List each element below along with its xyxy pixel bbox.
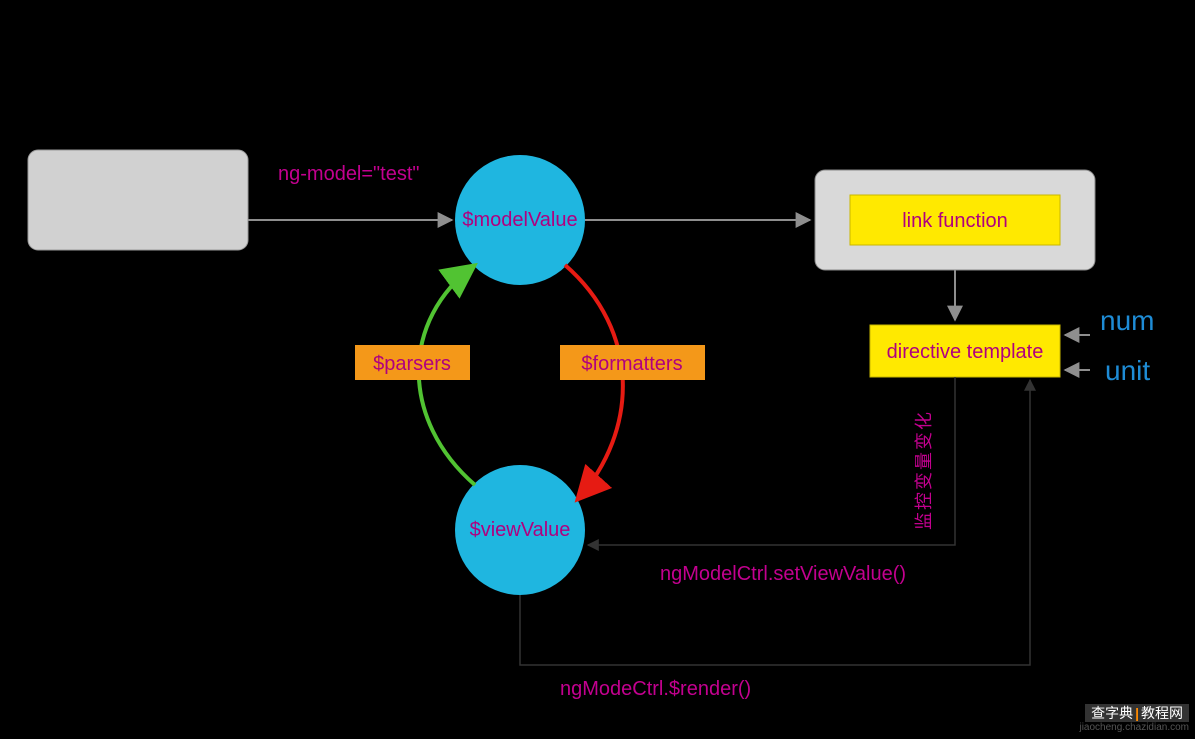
link-function-label: link function (902, 210, 1008, 232)
render-arrow (520, 380, 1030, 665)
watermark: 查字典|教程网 jiaocheng.chazidian.com (1079, 704, 1189, 733)
render-label: ngModeCtrl.$render() (560, 678, 751, 700)
view-value-label: $viewValue (470, 519, 571, 541)
parsers-label: $parsers (373, 353, 451, 375)
set-view-value-label: ngModelCtrl.setViewValue() (660, 563, 906, 585)
formatters-arrow (565, 265, 623, 500)
watermark-site-part1: 查字典 (1091, 705, 1133, 721)
set-view-value-arrow (588, 377, 955, 545)
ng-model-label: ng-model="test" (278, 163, 420, 185)
source-box (28, 150, 248, 250)
watermark-url: jiaocheng.chazidian.com (1079, 723, 1189, 734)
unit-label: unit (1105, 355, 1150, 386)
model-value-label: $modelValue (462, 209, 577, 231)
watermark-site-part2: 教程网 (1141, 705, 1183, 721)
num-label: num (1100, 305, 1154, 336)
formatters-label: $formatters (581, 353, 682, 375)
directive-template-label: directive template (887, 341, 1044, 363)
watch-changes-label: 监控变量变化 (914, 410, 934, 530)
